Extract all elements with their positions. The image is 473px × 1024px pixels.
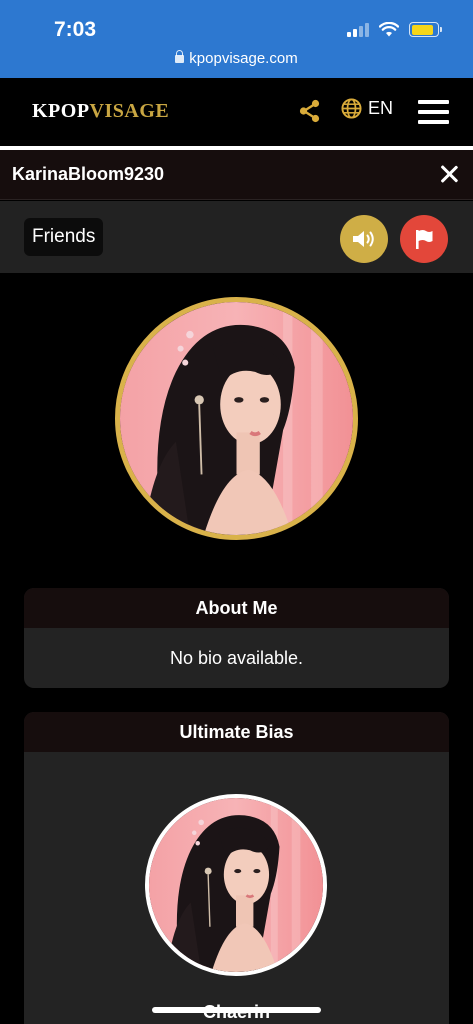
lock-icon: [175, 50, 185, 63]
address-bar[interactable]: kpopvisage.com: [0, 50, 473, 67]
bias-photo: [149, 798, 323, 972]
friends-button[interactable]: Friends: [24, 218, 104, 256]
bias-avatar[interactable]: [145, 794, 327, 976]
language-selector[interactable]: EN: [341, 98, 393, 119]
status-time: 7:03: [54, 18, 97, 41]
site-header: KPOPVISAGE EN: [0, 78, 473, 146]
logo-text-kpop: KPOP: [32, 100, 90, 122]
battery-icon: [409, 22, 442, 37]
sound-button[interactable]: [340, 215, 388, 263]
flag-icon: [416, 230, 433, 249]
share-button[interactable]: [298, 99, 322, 123]
about-me-card: About Me No bio available.: [24, 588, 449, 688]
ultimate-bias-title: Ultimate Bias: [24, 712, 449, 752]
globe-icon: [341, 98, 362, 119]
close-icon[interactable]: [439, 164, 459, 184]
wifi-icon: [379, 22, 399, 37]
profile-username: KarinaBloom9230: [12, 164, 165, 184]
report-button[interactable]: [400, 215, 448, 263]
profile-avatar: [115, 297, 358, 540]
cellular-signal-icon: [347, 22, 369, 37]
ultimate-bias-card: Ultimate Bias Chaeri: [24, 712, 449, 1024]
about-me-bio: No bio available.: [169, 648, 304, 668]
language-label: EN: [368, 98, 394, 118]
about-me-title: About Me: [24, 588, 449, 628]
profile-action-bar: Friends: [0, 201, 473, 273]
hamburger-menu-icon[interactable]: [418, 100, 449, 124]
profile-title-bar: KarinaBloom9230: [0, 150, 473, 200]
speaker-icon: [353, 231, 374, 247]
site-logo[interactable]: KPOPVISAGE: [32, 100, 169, 123]
status-bar: 7:03 kpopvisage.com: [0, 0, 473, 78]
logo-text-visage: VISAGE: [89, 100, 170, 122]
avatar-photo: [120, 302, 353, 535]
home-indicator: [152, 1007, 321, 1013]
status-icons: [347, 22, 442, 37]
url-text: kpopvisage.com: [189, 50, 298, 67]
share-icon: [299, 99, 320, 123]
